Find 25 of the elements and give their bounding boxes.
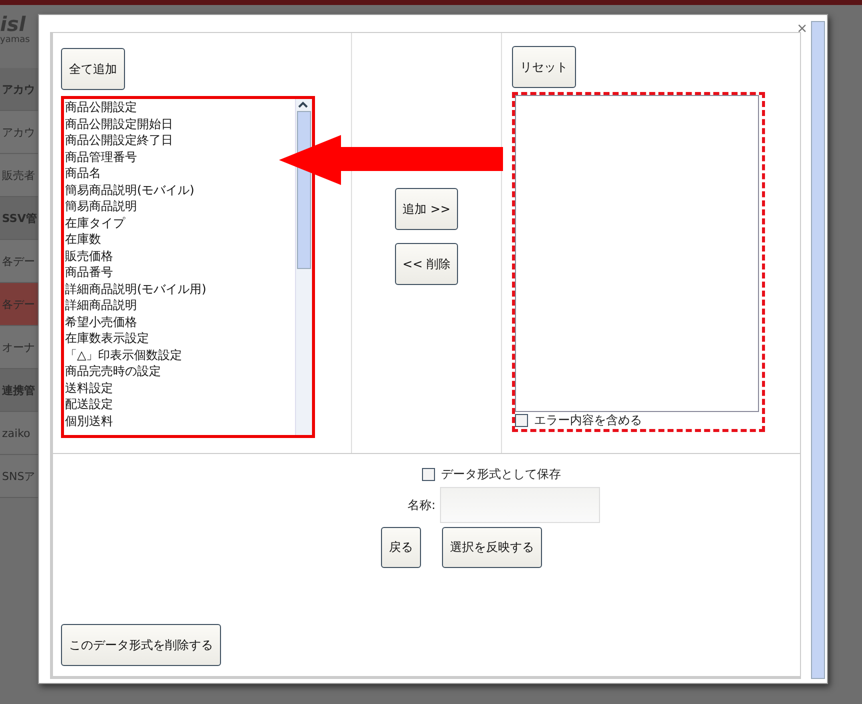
delete-format-button[interactable]: このデータ形式を削除する — [61, 624, 221, 666]
close-button[interactable]: × — [797, 20, 807, 38]
remove-button[interactable]: << 削除 — [394, 243, 458, 285]
reset-button[interactable]: リセット — [512, 46, 576, 88]
back-button[interactable]: 戻る — [381, 527, 421, 568]
add-all-button[interactable]: 全て追加 — [61, 48, 125, 90]
checkbox[interactable] — [422, 468, 435, 481]
user-name: yamas — [0, 35, 31, 45]
list-item[interactable]: 個別送料 — [65, 412, 113, 429]
field-list[interactable]: 商品公開設定 商品公開設定開始日 商品公開設定終了日 商品管理番号 商品名 簡易商品説明(モバイル) 簡易商品説明 在庫タイプ 在庫数 販売価格 商品番号 詳細商品説明(モバイル用) 詳細商品説明 希望小売価格 在庫数表示設定 「△」印表示個数設定 商品完売時の設定 送料設定 配送設定 個別送料 — [61, 96, 315, 438]
list-item[interactable]: 商品公開設定終了日 — [65, 132, 173, 148]
list-item[interactable]: 商品名 — [65, 165, 101, 182]
add-button[interactable]: 追加 >> — [394, 188, 458, 230]
apply-button[interactable]: 選択を反映する — [442, 527, 542, 568]
list-item[interactable]: 在庫数表示設定 — [65, 330, 149, 346]
scrollbar[interactable] — [295, 99, 312, 435]
checkbox[interactable] — [515, 414, 528, 427]
dialog-scrollbar[interactable] — [811, 21, 825, 679]
name-label: 名称: — [407, 496, 436, 514]
list-item[interactable]: 商品公開設定 — [65, 99, 137, 116]
list-item[interactable]: 「△」印表示個数設定 — [65, 346, 182, 363]
checkbox-label: エラー内容を含める — [534, 412, 642, 429]
checkbox-label: データ形式として保存 — [441, 466, 561, 483]
list-item[interactable]: 商品公開設定開始日 — [65, 116, 173, 132]
name-field[interactable] — [440, 487, 600, 523]
